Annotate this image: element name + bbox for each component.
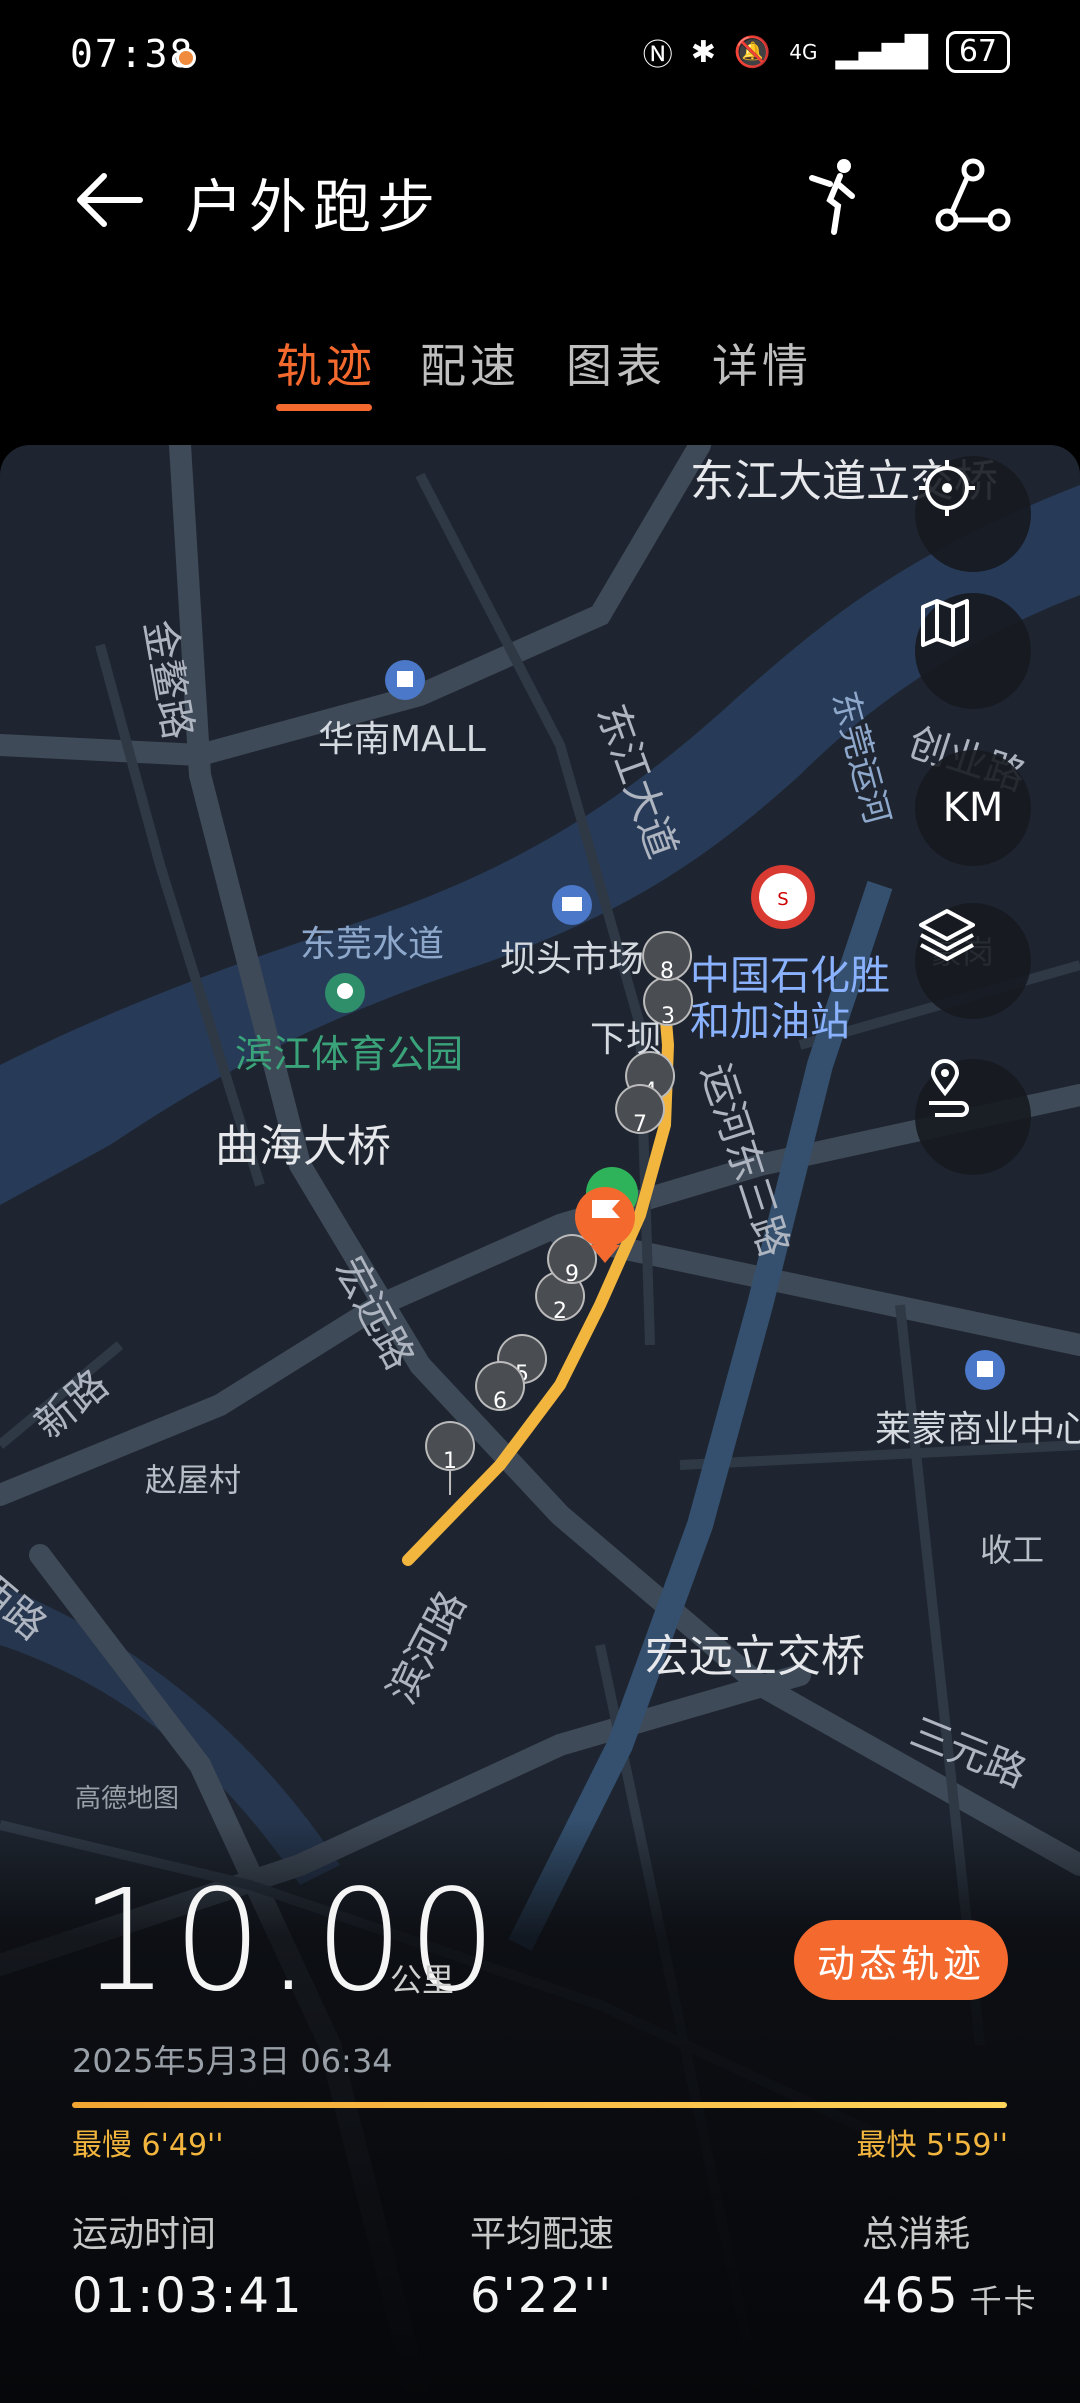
stat-label-avg-pace: 平均配速 [470,2214,615,2255]
tab-charts[interactable]: 图表 [566,330,666,396]
map-label-shougong: 收工 [980,1531,1045,1569]
amap-credit: 高德地图 [75,1784,180,1814]
fastest-pace: 最快 5'59'' [856,2128,1008,2163]
map-label-huanan-mall: 华南MALL [318,719,486,760]
route-points-button[interactable] [915,1059,1031,1175]
svg-text:6: 6 [493,1389,507,1414]
slowest-pace: 最慢 6'49'' [72,2128,224,2163]
tab-track[interactable]: 轨迹 [276,330,376,396]
svg-text:7: 7 [633,1112,647,1137]
svg-text:2: 2 [553,1299,567,1324]
km-marker-1[interactable]: 1 [425,1421,476,1496]
map-label-laimeng-center: 莱蒙商业中心 [875,1409,1080,1450]
header: 户外跑步 [0,130,1080,260]
gas-station-pin-icon: S [751,865,815,929]
signal-icon: ▂▄▆█ [835,34,928,70]
map-icon [921,599,969,647]
map-label-dongguan-waterway: 东莞水道 [300,924,445,965]
shopping-pin-icon [965,1350,1005,1390]
svg-text:9: 9 [565,1262,579,1287]
status-icons: Ⓝ ✱ 🔕 4G ▂▄▆█ 67 [643,30,1010,74]
stat-value-calories: 465 [862,2268,960,2324]
map-label-batou-market: 坝头市场 [500,939,645,980]
notification-dot-icon [176,48,196,68]
active-tab-indicator [276,404,372,411]
network-label: 4G [789,40,818,64]
map-label-hongyuan-interchange: 宏远立交桥 [645,1631,865,1682]
km-marker-6[interactable]: 6 [475,1361,526,1414]
back-arrow-icon[interactable] [70,160,150,240]
svg-text:3: 3 [661,1004,675,1029]
unit-toggle-button[interactable]: KM [915,750,1031,866]
runner-posture-icon[interactable] [800,156,870,236]
map-label-binjiang-park: 滨江体育公园 [235,1032,464,1076]
pace-range-bar [72,2102,1007,2108]
km-marker-7[interactable]: 7 [615,1084,666,1137]
market-pin-icon [552,885,592,925]
workout-datetime: 2025年5月3日 06:34 [72,2042,393,2080]
stat-unit-calories: 千卡 [969,2282,1038,2320]
unit-toggle-label: KM [942,785,1004,831]
map-type-button[interactable] [915,593,1031,709]
map-label-zhaowu-village: 赵屋村 [145,1461,242,1499]
route-pin-icon [929,1059,969,1117]
map-label-sinopec-station: 中国石化胜 和加油站 [690,953,890,1045]
nfc-icon: Ⓝ [642,38,673,73]
share-icon[interactable] [935,158,1011,234]
dynamic-track-button[interactable]: 动态轨迹 [794,1920,1008,2000]
layers-icon [919,909,975,961]
page-title: 户外跑步 [185,173,442,241]
layers-button[interactable] [915,903,1031,1019]
stat-value-calories-wrap: 465 千卡 [862,2268,1038,2324]
stat-label-calories: 总消耗 [862,2214,971,2255]
svg-text:8: 8 [660,959,674,984]
svg-text:S: S [777,889,788,910]
tab-pace[interactable]: 配速 [420,330,520,396]
km-marker-8[interactable]: 8 [642,931,693,984]
park-pin-icon [325,973,365,1013]
stat-label-duration: 运动时间 [72,2214,217,2255]
tab-bar: 轨迹 配速 图表 详情 [0,330,1080,420]
bluetooth-icon: ✱ [690,34,716,70]
map-label-quhai-bridge: 曲海大桥 [215,1121,391,1172]
stat-value-duration: 01:03:41 [72,2268,304,2324]
mall-pin-icon [385,660,425,700]
svg-text:1: 1 [443,1449,457,1474]
locate-button[interactable] [915,456,1031,572]
battery-indicator: 67 [945,31,1010,73]
distance-unit: 公里 [390,1961,455,1999]
stat-value-avg-pace: 6'22'' [470,2268,614,2324]
status-bar: 07:38 Ⓝ ✱ 🔕 4G ▂▄▆█ 67 [0,0,1080,110]
tab-details[interactable]: 详情 [712,330,812,396]
locate-icon [919,460,975,516]
map-label-xiaba: 下坝 [590,1019,663,1060]
mute-icon: 🔕 [733,34,772,70]
